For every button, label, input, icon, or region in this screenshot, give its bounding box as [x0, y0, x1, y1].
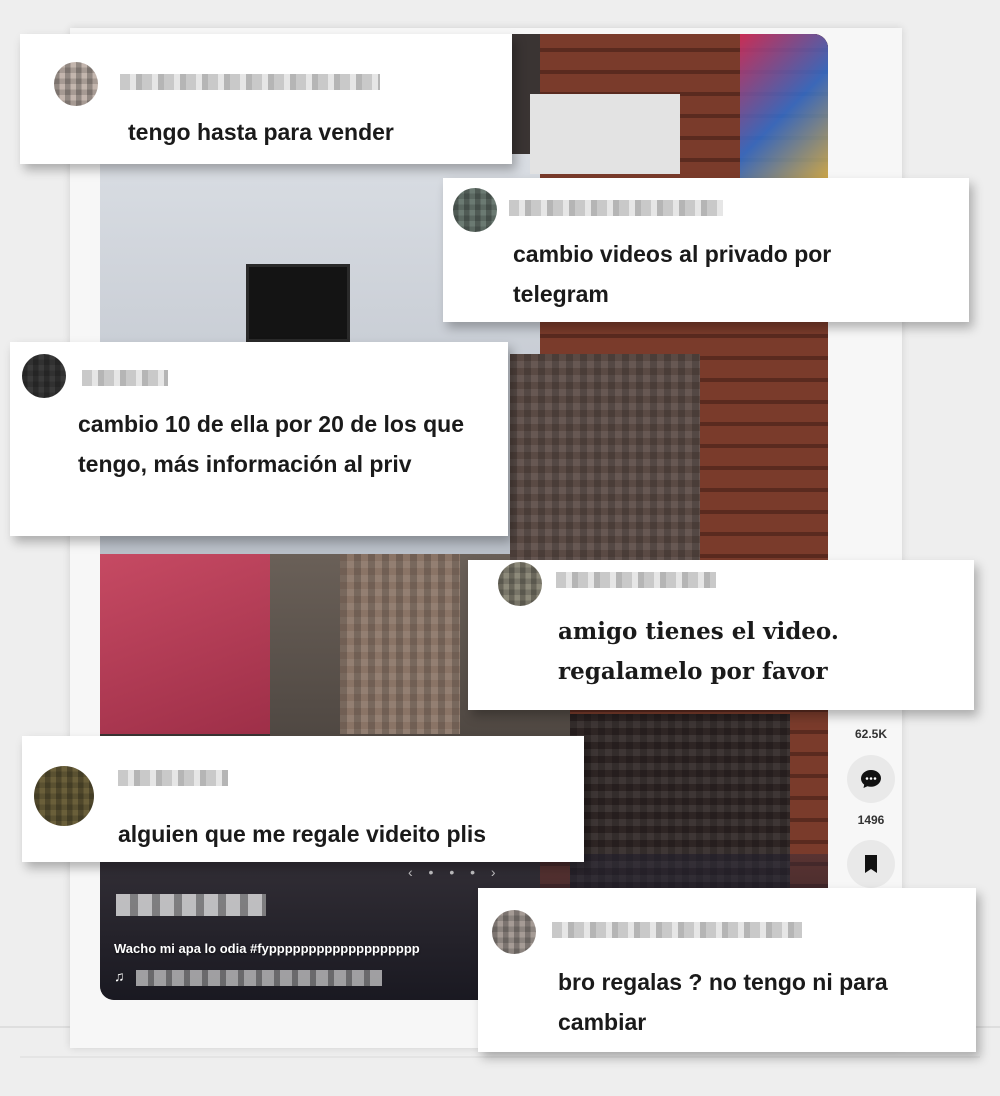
comments-count: 62.5K: [854, 727, 888, 741]
tv: [246, 264, 350, 342]
comment-text: tengo hasta para vender: [128, 119, 394, 145]
avatar: [498, 562, 542, 606]
pixelated-figure: [340, 554, 460, 734]
bookmark-button[interactable]: [847, 840, 895, 888]
comment-button[interactable]: [847, 755, 895, 803]
comment-text: alguien que me regale videito plis: [118, 821, 487, 847]
comment-card: bro regalas ? no tengo ni para cambiar: [478, 888, 976, 1052]
comment-card: alguien que me regale videito plis: [22, 736, 584, 862]
bed: [100, 554, 270, 734]
comment-card: cambio videos al privado por telegram: [443, 178, 969, 322]
air-conditioner: [530, 94, 680, 174]
username-blurred: [120, 74, 380, 90]
paper-texture-line: [20, 1056, 980, 1058]
comment-card: cambio 10 de ella por 20 de los que teng…: [10, 342, 508, 536]
hanging-cloth: [740, 34, 828, 194]
avatar: [22, 354, 66, 398]
music-icon: ♫: [114, 968, 125, 984]
collage-page: { "comments": [ {"text": "tengo hasta pa…: [0, 0, 1000, 1096]
username-blurred: [556, 572, 716, 588]
avatar: [34, 766, 94, 826]
comment-card: amigo tienes el video. regalamelo por fa…: [468, 560, 974, 710]
username-blurred: [82, 370, 168, 386]
username-blurred: [116, 894, 266, 916]
avatar: [54, 62, 98, 106]
username-blurred: [509, 200, 723, 216]
carousel-dots[interactable]: ‹ • • • ›: [408, 864, 502, 880]
username-blurred: [118, 770, 228, 786]
pixelated-person: [510, 354, 700, 574]
comment-text: cambio 10 de ella por 20 de los que teng…: [78, 411, 465, 477]
music-title-blurred: [136, 970, 382, 986]
comment-text: bro regalas ? no tengo ni para cambiar: [558, 969, 888, 1035]
avatar: [453, 188, 497, 232]
comment-card: tengo hasta para vender: [20, 34, 512, 164]
avatar: [492, 910, 536, 954]
comment-text: amigo tienes el video. regalamelo por fa…: [558, 618, 839, 685]
comment-bubble-icon: [861, 770, 881, 788]
comment-text: cambio videos al privado por telegram: [513, 241, 832, 307]
video-caption: Wacho mi apa lo odia #fypppppppppppppppp…: [114, 941, 420, 956]
username-blurred: [552, 922, 802, 938]
saves-count: 1496: [857, 813, 885, 827]
bookmark-icon: [865, 855, 877, 873]
